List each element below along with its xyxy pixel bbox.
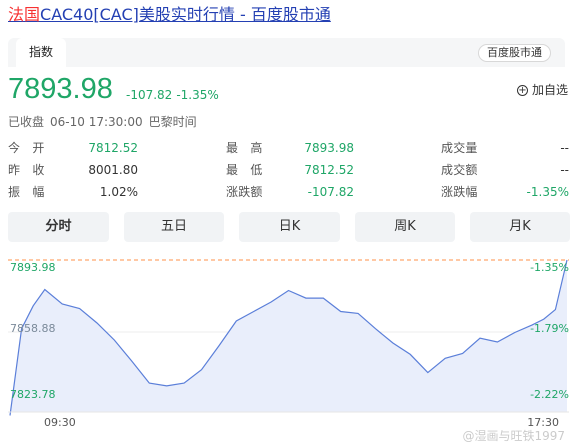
stat-value-high: 7893.98 xyxy=(304,141,354,155)
current-price: 7893.98 xyxy=(8,73,113,105)
pct-label-top: -1.35% xyxy=(530,261,569,274)
y-label-top: 7893.98 xyxy=(10,261,56,274)
status-timezone: 巴黎时间 xyxy=(148,115,197,129)
stat-label-prev-close: 昨 收 xyxy=(8,163,45,177)
chart-svg xyxy=(8,259,569,416)
pct-label-mid: -1.79% xyxy=(530,322,569,335)
add-favorite-label: 加自选 xyxy=(531,83,568,97)
status-datetime: 06-10 17:30:00 xyxy=(50,115,143,129)
x-label-start: 09:30 xyxy=(44,416,76,429)
stats-grid: 今 开 7812.52 最 高 7893.98 成交量 -- 昨 收 8001.… xyxy=(0,140,573,200)
stat-value-open: 7812.52 xyxy=(88,141,138,155)
title-highlight: 法国 xyxy=(8,5,41,24)
price-change: -107.82 -1.35% xyxy=(126,87,219,103)
stat-value-change-amount: -107.82 xyxy=(307,185,354,199)
stat-value-turnover: -- xyxy=(560,163,569,177)
stat-label-volume: 成交量 xyxy=(441,141,478,155)
stat-value-volume: -- xyxy=(560,141,569,155)
stat-value-low: 7812.52 xyxy=(304,163,354,177)
tab-daily-k[interactable]: 日K xyxy=(239,212,340,242)
stat-label-low: 最 低 xyxy=(226,163,263,177)
plus-circle-icon: + xyxy=(516,84,528,96)
y-label-mid: 7858.88 xyxy=(10,322,56,335)
tab-five-day[interactable]: 五日 xyxy=(124,212,224,242)
stat-value-amplitude: 1.02% xyxy=(99,185,138,199)
title-text: CAC40[CAC]美股实时行情 - 百度股市通 xyxy=(40,5,331,24)
stat-label-high: 最 高 xyxy=(226,141,263,155)
pct-label-bottom: -2.22% xyxy=(530,388,569,401)
intraday-chart: 7893.98 7858.88 7823.78 -1.35% -1.79% -2… xyxy=(0,252,573,448)
stat-value-prev-close: 8001.80 xyxy=(88,163,138,177)
change-percent: -1.35% xyxy=(176,88,219,102)
tab-bar: 指数 百度股市通 xyxy=(8,38,565,67)
stat-label-change-amount: 涨跌额 xyxy=(226,185,263,199)
stat-value-change-pct: -1.35% xyxy=(526,185,569,199)
tab-monthly-k[interactable]: 月K xyxy=(470,212,570,242)
page-title-link[interactable]: 法国CAC40[CAC]美股实时行情 - 百度股市通 xyxy=(8,5,331,25)
source-badge[interactable]: 百度股市通 xyxy=(478,44,551,62)
tab-intraday[interactable]: 分时 xyxy=(8,212,109,242)
stat-label-amplitude: 振 幅 xyxy=(8,185,45,199)
price-area xyxy=(10,260,567,416)
watermark-text: @湿画与旺铁1997 xyxy=(462,429,565,443)
stat-label-turnover: 成交额 xyxy=(441,163,478,177)
add-favorite-button[interactable]: + 加自选 xyxy=(516,82,568,98)
market-status: 已收盘 06-10 17:30:00 巴黎时间 xyxy=(8,114,197,130)
y-label-bottom: 7823.78 xyxy=(10,388,56,401)
status-text: 已收盘 xyxy=(8,115,45,129)
tab-index[interactable]: 指数 xyxy=(16,38,66,67)
change-amount: -107.82 xyxy=(126,88,173,102)
period-tabs: 分时 五日 日K 周K 月K xyxy=(0,212,573,242)
tab-weekly-k[interactable]: 周K xyxy=(355,212,455,242)
stat-label-change-pct: 涨跌幅 xyxy=(441,185,478,199)
stat-label-open: 今 开 xyxy=(8,141,45,155)
